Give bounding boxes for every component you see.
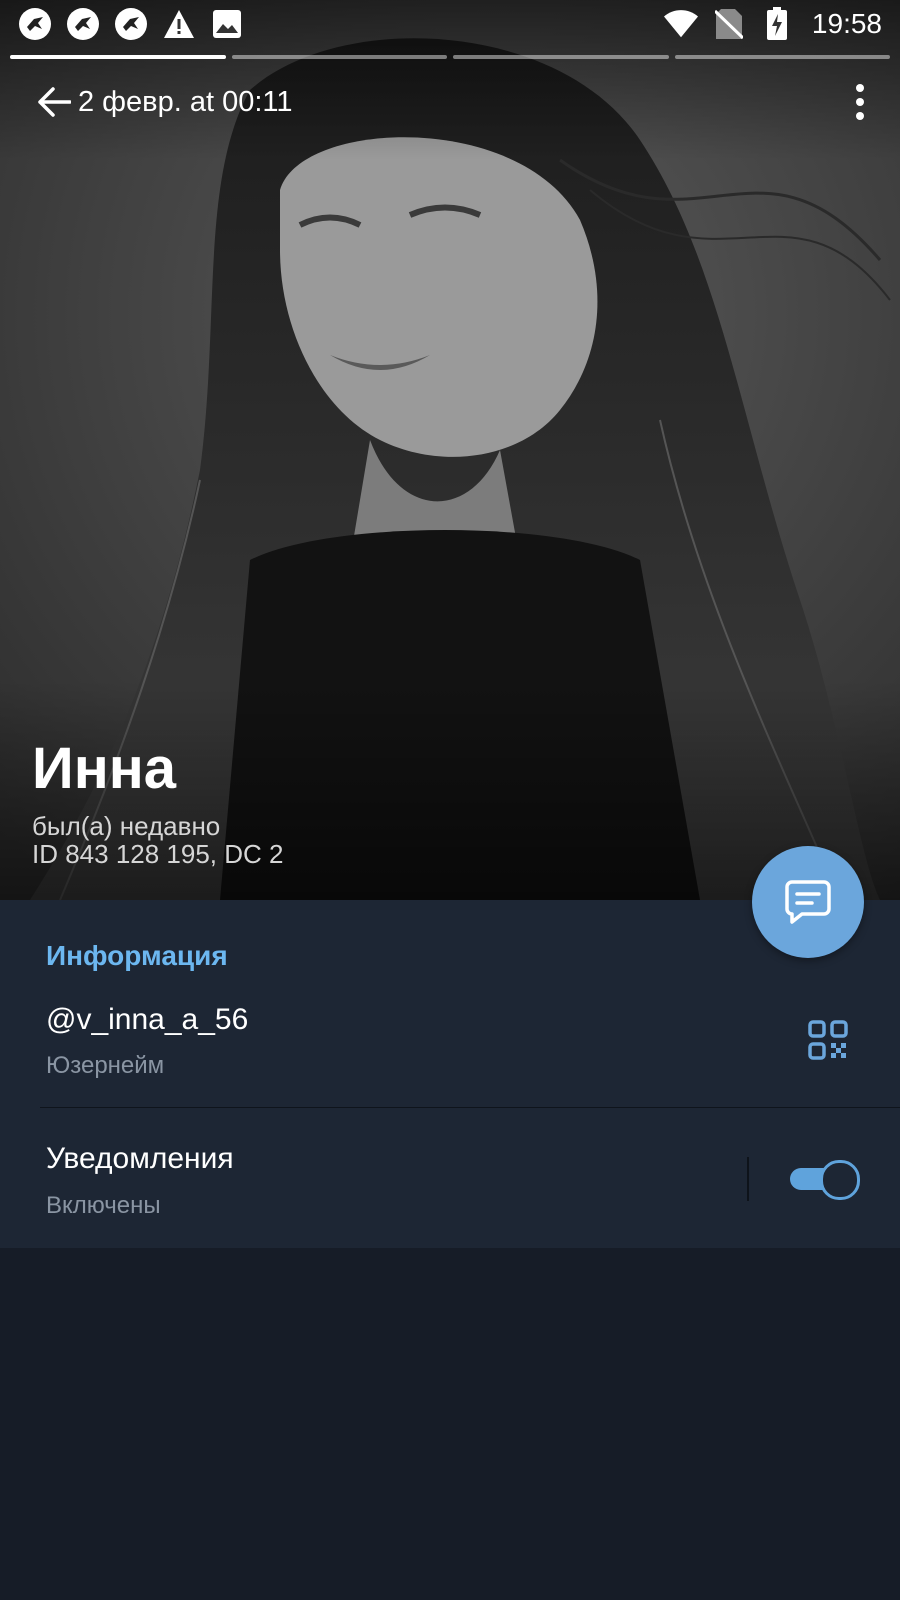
- story-segment: [231, 55, 447, 59]
- last-seen-status: был(а) недавно: [32, 811, 221, 841]
- qr-code-icon: [808, 1020, 848, 1060]
- status-bar-right: 19:58: [663, 7, 882, 41]
- status-time: 19:58: [811, 8, 882, 39]
- story-segment: [10, 55, 226, 59]
- notifications-title[interactable]: Уведомления: [46, 1142, 234, 1176]
- status-bar-left: [18, 7, 244, 41]
- warning-icon: [162, 7, 196, 41]
- status-bar: 19:58: [0, 0, 900, 48]
- top-app-bar: 2 февр. at 00:11: [0, 70, 900, 134]
- divider: [40, 1107, 900, 1108]
- notifications-state: Включены: [46, 1192, 161, 1219]
- send-message-button[interactable]: [752, 846, 864, 958]
- story-progress: [10, 55, 890, 59]
- image-icon: [210, 7, 244, 41]
- username-value[interactable]: @v_inna_a_56: [46, 1003, 248, 1037]
- notifications-toggle[interactable]: [790, 1160, 860, 1200]
- user-id-line: ID 843 128 195, DC 2: [32, 839, 284, 869]
- vertical-divider: [747, 1157, 749, 1201]
- bird-notification-icon: [66, 7, 100, 41]
- profile-name: Инна: [32, 736, 177, 801]
- no-sim-icon: [712, 7, 746, 41]
- more-options-button[interactable]: [838, 74, 882, 130]
- arrow-left-icon: [38, 87, 71, 117]
- battery-charging-icon: [760, 7, 794, 41]
- section-title-info: Информация: [46, 940, 228, 971]
- bird-notification-icon: [18, 7, 52, 41]
- username-label: Юзернейм: [46, 1052, 165, 1079]
- bird-notification-icon: [114, 7, 148, 41]
- profile-header: Инна был(а) недавно ID 843 128 195, DC 2: [32, 736, 284, 869]
- qr-code-button[interactable]: [806, 1018, 850, 1062]
- more-vertical-icon: [856, 84, 864, 120]
- story-segment: [674, 55, 890, 59]
- wifi-icon: [663, 7, 698, 41]
- story-date: 2 февр. at 00:11: [78, 85, 293, 118]
- story-segment: [453, 55, 669, 59]
- toggle-knob: [820, 1160, 860, 1200]
- message-icon: [785, 880, 831, 924]
- back-button[interactable]: [34, 82, 74, 122]
